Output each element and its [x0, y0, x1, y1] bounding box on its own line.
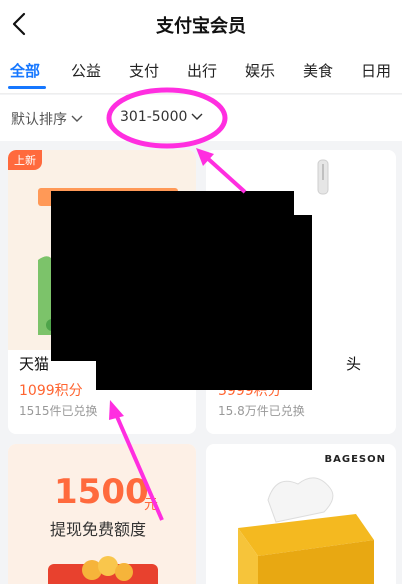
chevron-down-icon: [191, 113, 203, 120]
header: 支付宝会员: [0, 0, 402, 48]
app-screen: 支付宝会员 全部 公益 支付 出行 娱乐 美食 日用 默认排序 301-5000…: [0, 0, 402, 584]
promo-caption: 提现免费额度: [50, 520, 147, 539]
tab-travel[interactable]: 出行: [187, 60, 217, 81]
tab-payment[interactable]: 支付: [129, 60, 159, 81]
page-title: 支付宝会员: [156, 16, 246, 37]
new-badge: 上新: [8, 150, 42, 170]
promo-background: [8, 444, 196, 584]
promo-unit: 元: [144, 497, 158, 513]
tissue-box-image: [238, 477, 374, 584]
product-name-suffix: 头: [346, 355, 362, 373]
redaction-block: [96, 215, 312, 390]
filter-bar: 默认排序 301-5000: [0, 95, 402, 141]
product-sold-count: 15.8万件已兑换: [218, 404, 305, 418]
product-sold-count: 1515件已兑换: [19, 404, 98, 418]
tab-daily[interactable]: 日用: [361, 60, 391, 81]
active-tab-indicator: [8, 86, 46, 89]
promo-card[interactable]: 1500 元 提现免费额度: [8, 444, 196, 584]
product-card[interactable]: BAGESON: [206, 444, 396, 584]
category-tabs: 全部 公益 支付 出行 娱乐 美食 日用: [0, 48, 402, 94]
product-name: 天猫: [19, 355, 50, 373]
sort-label: 默认排序: [11, 112, 67, 128]
tab-charity[interactable]: 公益: [71, 60, 101, 81]
chevron-down-icon: [71, 115, 83, 122]
tab-entertainment[interactable]: 娱乐: [245, 60, 275, 81]
tab-food[interactable]: 美食: [303, 60, 333, 81]
product-price: 1099积分: [19, 383, 83, 399]
sort-dropdown[interactable]: 默认排序: [11, 109, 83, 129]
points-range-label: 301-5000: [120, 109, 188, 125]
tab-all[interactable]: 全部: [10, 60, 40, 81]
promo-amount: 1500: [54, 472, 149, 512]
points-range-dropdown[interactable]: 301-5000: [120, 109, 203, 125]
